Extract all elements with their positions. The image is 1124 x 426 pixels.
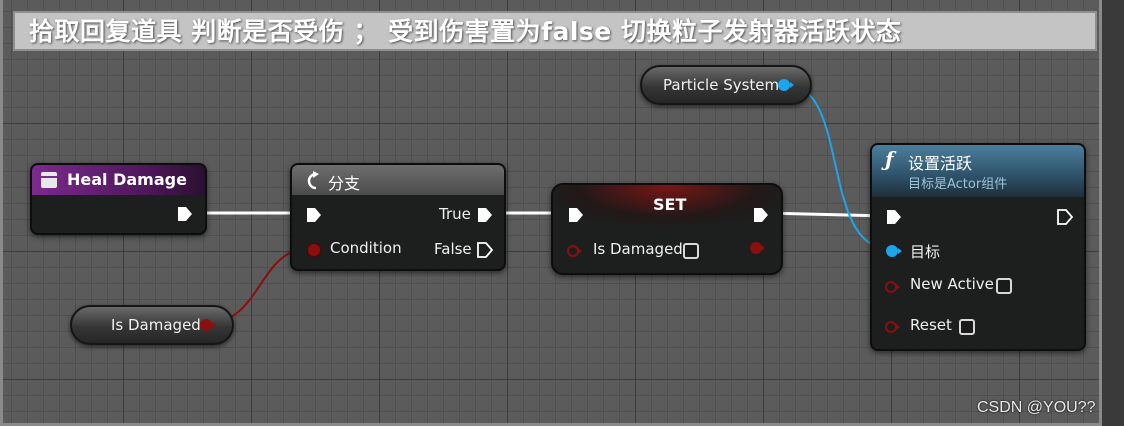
- condition-pin[interactable]: [307, 243, 321, 257]
- set-title: SET: [653, 195, 687, 214]
- event-title: Heal Damage: [67, 170, 187, 189]
- branch-node[interactable]: 分支 True Condition False: [290, 163, 506, 271]
- function-exec-in-pin[interactable]: [885, 208, 903, 226]
- new-active-label: New Active: [910, 275, 994, 293]
- exec-wire-set-to-setactive: [764, 211, 888, 218]
- function-title: 设置活跃: [908, 154, 973, 173]
- function-subtitle: 目标是Actor组件: [908, 177, 1008, 192]
- particle-out-pin[interactable]: [777, 78, 795, 92]
- exec-out-pin[interactable]: [176, 205, 194, 223]
- event-icon: [41, 172, 57, 188]
- getter-label: Is Damaged: [111, 316, 201, 334]
- is-damaged-getter-node[interactable]: Is Damaged: [70, 305, 234, 345]
- false-exec-pin[interactable]: [476, 241, 494, 259]
- set-active-function-node[interactable]: ƒ 设置活跃 目标是Actor组件 目标 New Active Reset: [870, 143, 1086, 351]
- set-bool-in-pin[interactable]: [567, 244, 583, 258]
- reset-pin[interactable]: [885, 320, 901, 334]
- function-exec-out-pin[interactable]: [1056, 208, 1074, 226]
- watermark: CSDN @YOU??: [977, 399, 1096, 416]
- function-icon: ƒ: [885, 147, 894, 171]
- reset-checkbox[interactable]: [959, 319, 975, 335]
- reset-label: Reset: [910, 316, 952, 334]
- set-value-checkbox[interactable]: [683, 243, 699, 259]
- set-exec-in-pin[interactable]: [567, 206, 585, 224]
- true-label: True: [439, 205, 471, 223]
- branch-icon: [307, 171, 319, 190]
- condition-label: Condition: [330, 239, 402, 257]
- heal-damage-event-node[interactable]: Heal Damage: [30, 163, 207, 235]
- branch-title: 分支: [328, 174, 361, 193]
- branch-header: [292, 165, 504, 195]
- false-label: False: [434, 240, 472, 258]
- getter-out-pin[interactable]: [199, 318, 217, 332]
- set-var-label: Is Damaged: [593, 240, 683, 258]
- set-bool-out-pin[interactable]: [750, 241, 766, 255]
- particle-system-getter-node[interactable]: Particle System: [640, 65, 812, 105]
- exec-in-pin[interactable]: [305, 206, 323, 224]
- new-active-pin[interactable]: [885, 280, 901, 294]
- particle-getter-label: Particle System: [663, 76, 780, 94]
- target-pin[interactable]: [885, 244, 903, 258]
- true-exec-pin[interactable]: [476, 206, 494, 224]
- set-exec-out-pin[interactable]: [752, 206, 770, 224]
- set-variable-node[interactable]: SET Is Damaged: [551, 183, 783, 275]
- target-label: 目标: [910, 243, 941, 261]
- new-active-checkbox[interactable]: [996, 278, 1012, 294]
